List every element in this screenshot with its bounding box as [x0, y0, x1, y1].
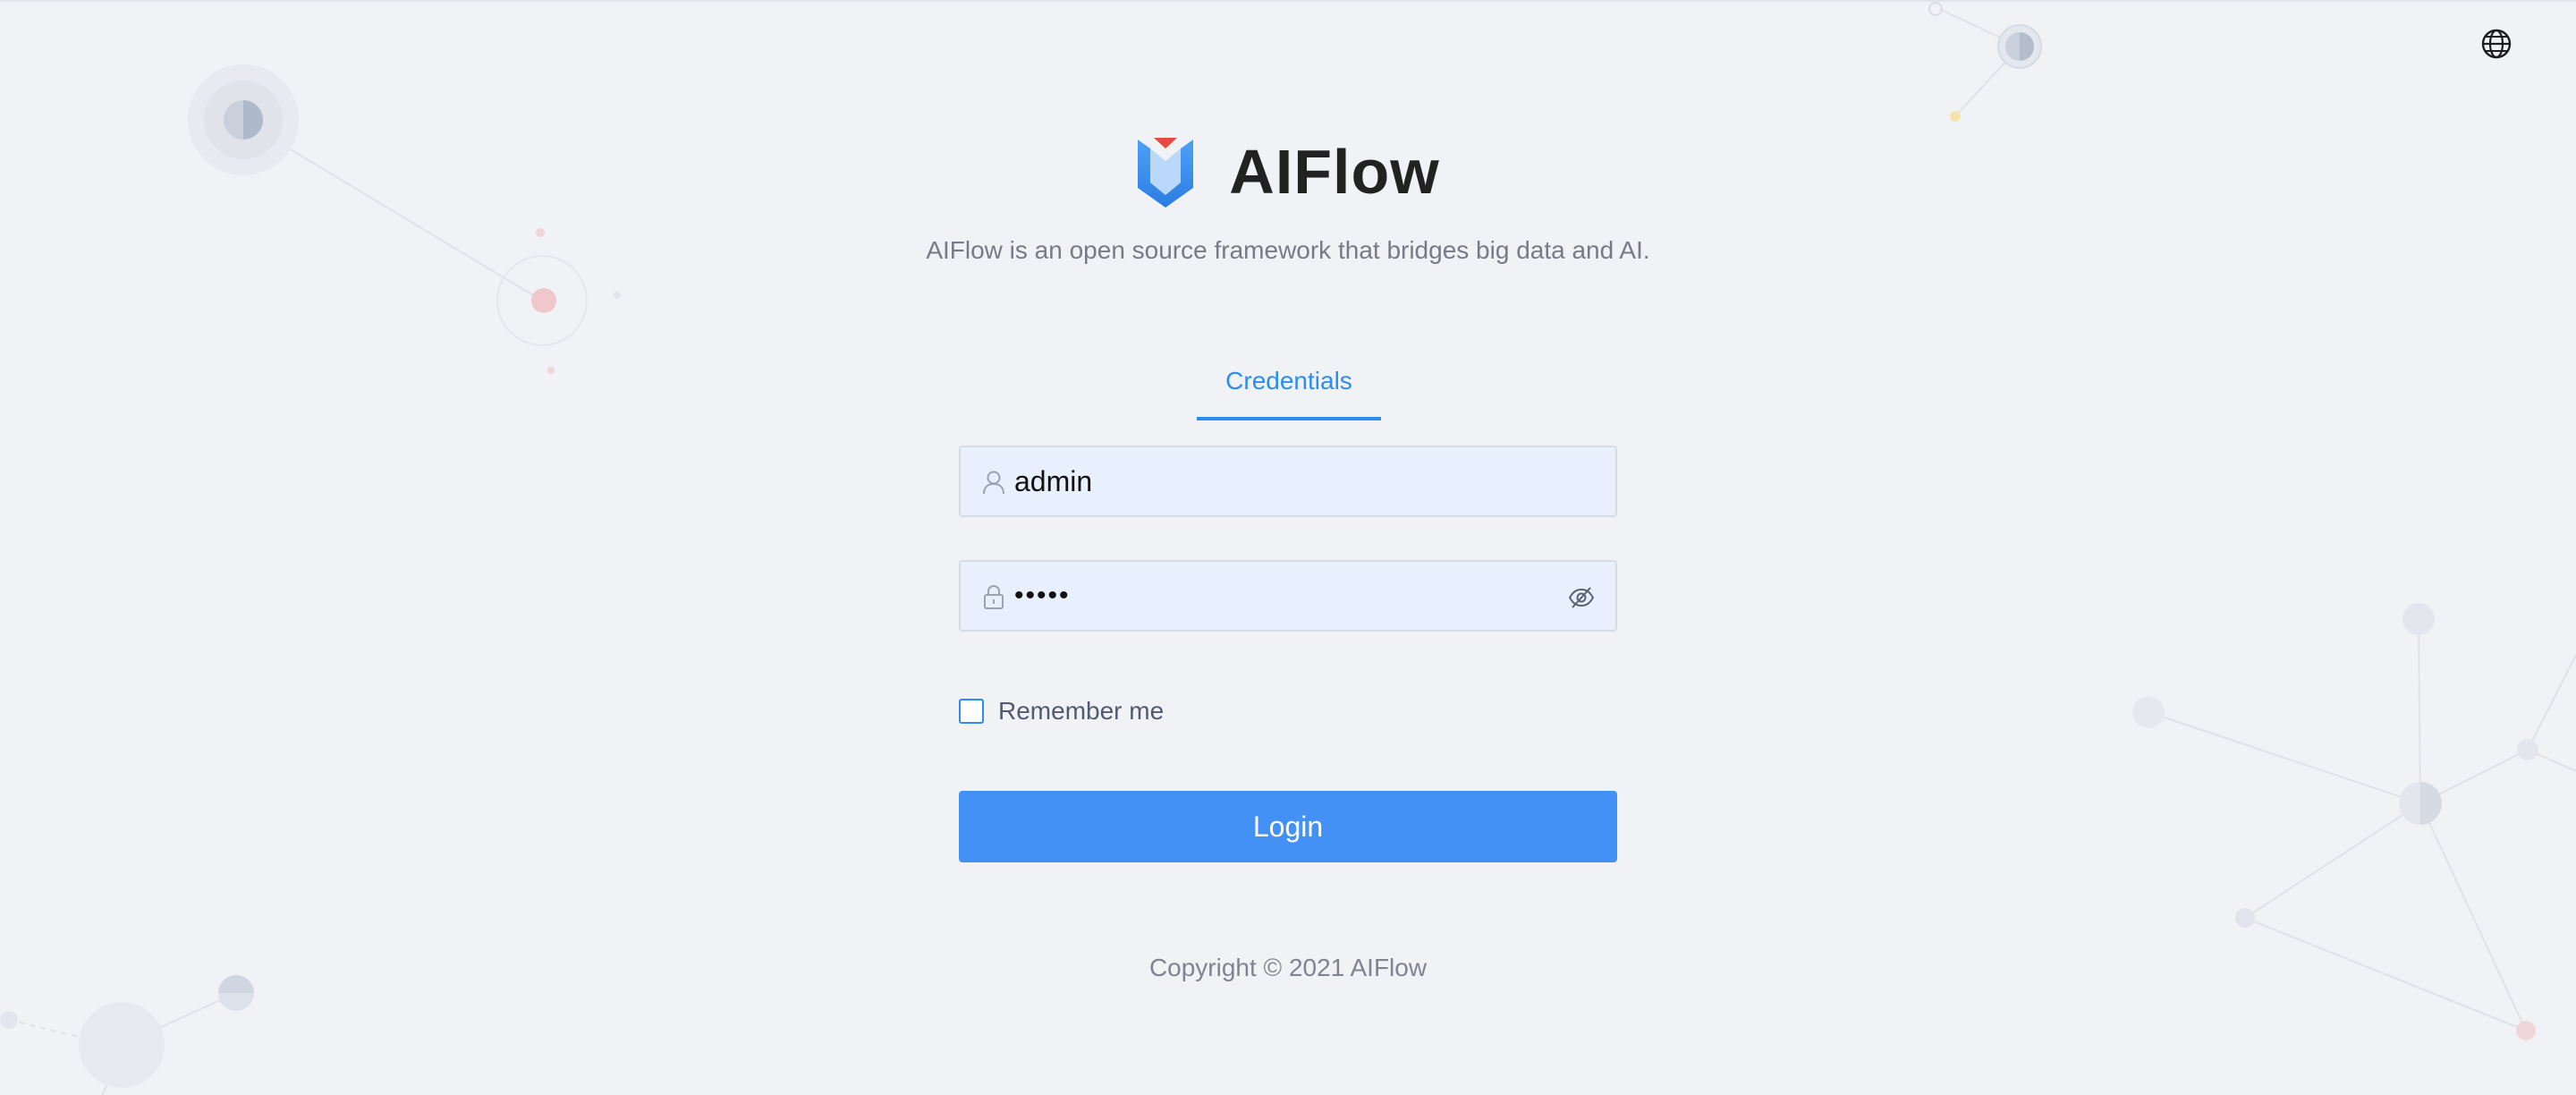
language-switch-button[interactable] [2479, 27, 2513, 61]
password-input[interactable] [1014, 571, 1551, 621]
globe-icon [2481, 29, 2512, 59]
login-tabs: Credentials [1197, 360, 1381, 420]
username-field[interactable] [959, 446, 1617, 517]
login-button[interactable]: Login [959, 791, 1617, 862]
eye-off-icon[interactable] [1567, 583, 1596, 612]
brand: AIFlow [1136, 134, 1439, 209]
active-tab-indicator [1197, 417, 1381, 420]
aiflow-logo-icon [1138, 138, 1194, 208]
copyright-text: Copyright © 2021 AIFlow [1148, 954, 1428, 981]
tab-credentials[interactable]: Credentials [1197, 360, 1381, 420]
tab-label: Credentials [1225, 367, 1352, 395]
lock-icon [984, 585, 1004, 609]
brand-header: AIFlow [0, 134, 2576, 209]
password-field[interactable] [959, 560, 1617, 632]
app-title: AIFlow [1229, 137, 1440, 207]
username-input[interactable] [1014, 456, 1551, 506]
remember-me-label: Remember me [998, 697, 1165, 725]
login-page: AIFlow AIFlow is an open source framewor… [0, 0, 2576, 1095]
user-icon [983, 471, 1004, 495]
remember-me-checkbox[interactable] [959, 699, 984, 724]
remember-me[interactable]: Remember me [959, 696, 1164, 726]
app-subtitle: AIFlow is an open source framework that … [926, 236, 1650, 264]
